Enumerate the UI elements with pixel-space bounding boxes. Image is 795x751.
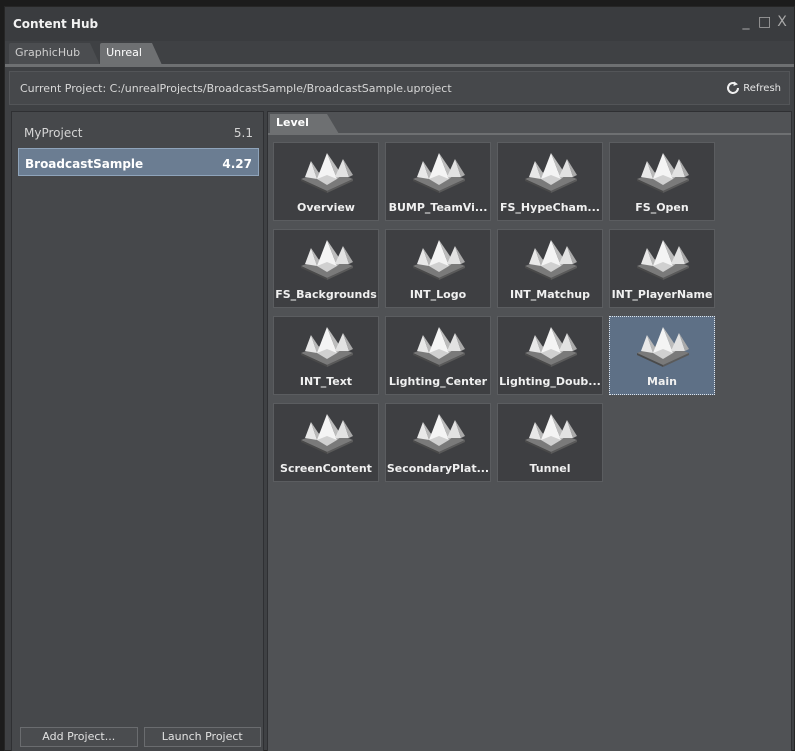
project-list-panel: MyProject 5.1 BroadcastSample 4.27 Add P…: [11, 111, 264, 751]
add-project-button[interactable]: Add Project...: [20, 727, 138, 747]
level-tile[interactable]: INT_Matchup: [497, 229, 603, 308]
tab-level[interactable]: Level: [270, 114, 339, 134]
level-tile[interactable]: FS_Open: [609, 142, 715, 221]
level-label: FS_Open: [635, 201, 689, 214]
unreal-level-icon: [525, 153, 577, 193]
level-label: ScreenContent: [280, 462, 372, 475]
level-tab-divider: [268, 133, 791, 135]
level-tile[interactable]: FS_Backgrounds: [273, 229, 379, 308]
level-label: FS_Backgrounds: [275, 288, 377, 301]
unreal-level-icon: [301, 153, 353, 193]
current-project-path: Current Project: C:/unrealProjects/Broad…: [20, 82, 452, 95]
tab-graphichub[interactable]: GraphicHub: [9, 43, 101, 65]
unreal-level-icon: [413, 153, 465, 193]
unreal-level-icon: [413, 414, 465, 454]
level-label: FS_HypeCham...: [500, 201, 600, 214]
refresh-button[interactable]: Refresh: [725, 80, 781, 96]
launch-project-button[interactable]: Launch Project: [143, 727, 261, 747]
project-name: MyProject: [24, 126, 83, 140]
level-tile[interactable]: Lighting_Center: [385, 316, 491, 395]
project-version: 4.27: [222, 157, 252, 171]
level-browser-panel: Level Overview BUMP_TeamVi... FS_HypeCham.…: [267, 111, 792, 751]
tab-unreal[interactable]: Unreal: [100, 43, 162, 65]
unreal-level-icon: [637, 327, 689, 367]
level-tile[interactable]: Tunnel: [497, 403, 603, 482]
project-version: 5.1: [233, 126, 253, 140]
project-path-bar: Current Project: C:/unrealProjects/Broad…: [9, 71, 790, 105]
window-controls: _ □ X: [740, 15, 788, 29]
level-tile[interactable]: FS_HypeCham...: [497, 142, 603, 221]
level-label: Tunnel: [529, 462, 571, 475]
unreal-level-icon: [301, 240, 353, 280]
level-label: BUMP_TeamVi...: [388, 201, 488, 214]
unreal-level-icon: [525, 414, 577, 454]
level-label: INT_Text: [299, 375, 353, 388]
content-hub-window: Content Hub _ □ X GraphicHub Unreal Curr…: [4, 6, 795, 751]
unreal-level-icon: [525, 240, 577, 280]
level-tile[interactable]: Main: [609, 316, 715, 395]
level-label: INT_PlayerName: [611, 288, 713, 301]
tabs-divider: [5, 64, 794, 67]
minimize-icon[interactable]: _: [740, 15, 752, 29]
unreal-level-icon: [525, 327, 577, 367]
project-actions: Add Project... Launch Project: [20, 727, 261, 747]
unreal-level-icon: [301, 414, 353, 454]
level-tile[interactable]: Overview: [273, 142, 379, 221]
level-label: SecondaryPlat...: [386, 462, 490, 475]
level-tile[interactable]: BUMP_TeamVi...: [385, 142, 491, 221]
level-label: Overview: [297, 201, 355, 214]
level-tile[interactable]: INT_Text: [273, 316, 379, 395]
close-icon[interactable]: X: [776, 15, 788, 29]
level-tile[interactable]: SecondaryPlat...: [385, 403, 491, 482]
window-title: Content Hub: [13, 17, 99, 31]
level-label: INT_Logo: [409, 288, 467, 301]
refresh-label: Refresh: [743, 82, 781, 94]
title-bar[interactable]: Content Hub _ □ X: [5, 7, 794, 41]
source-tabs: GraphicHub Unreal: [9, 43, 162, 65]
project-name: BroadcastSample: [25, 157, 144, 171]
level-tile[interactable]: Lighting_Doub...: [497, 316, 603, 395]
level-tile[interactable]: ScreenContent: [273, 403, 379, 482]
level-tile[interactable]: INT_PlayerName: [609, 229, 715, 308]
unreal-level-icon: [413, 327, 465, 367]
maximize-icon[interactable]: □: [758, 15, 771, 29]
unreal-level-icon: [301, 327, 353, 367]
level-label: Lighting_Doub...: [499, 375, 601, 388]
unreal-level-icon: [637, 153, 689, 193]
project-item-broadcastsample[interactable]: BroadcastSample 4.27: [18, 148, 259, 176]
level-tile[interactable]: INT_Logo: [385, 229, 491, 308]
project-item-myproject[interactable]: MyProject 5.1: [18, 118, 259, 146]
level-label: Main: [647, 375, 677, 388]
refresh-icon: [727, 81, 740, 94]
unreal-level-icon: [413, 240, 465, 280]
level-label: INT_Matchup: [510, 288, 590, 301]
unreal-level-icon: [637, 240, 689, 280]
level-label: Lighting_Center: [388, 375, 488, 388]
